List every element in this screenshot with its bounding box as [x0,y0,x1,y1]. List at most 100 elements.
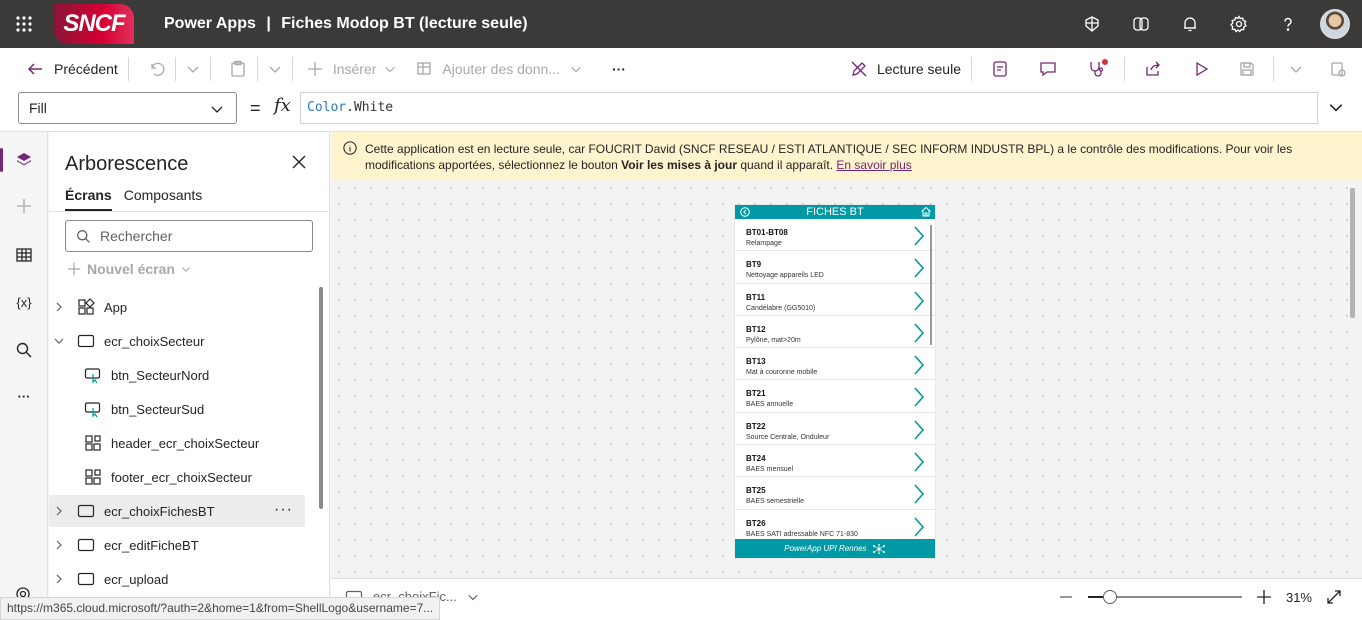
info-icon [343,141,357,155]
chevron-down-icon[interactable] [52,336,66,346]
tree-node-app[interactable]: App [49,291,305,323]
fiche-description: BAES annuelle [746,401,794,409]
chevron-right-icon[interactable] [913,258,925,278]
chevron-right-icon[interactable] [913,387,925,408]
fit-to-window-icon[interactable] [1326,589,1342,605]
notes-button[interactable] [976,53,1024,85]
insert-button[interactable]: Insérer [301,53,403,85]
more-rail-button[interactable]: ··· [0,378,48,414]
tab-screens[interactable]: Écrans [65,187,112,211]
button-control-icon [83,366,103,384]
fx-icon[interactable]: fx [274,95,291,116]
zoom-slider[interactable] [1087,590,1242,604]
comment-icon [1040,62,1056,77]
publish-button[interactable] [1314,53,1362,85]
chevron-right-icon[interactable] [913,484,925,504]
redo-dropdown[interactable] [180,53,206,85]
tree-view-button[interactable] [0,142,48,178]
formula-input[interactable]: Color.White [300,92,1318,124]
share-button[interactable] [1129,53,1177,85]
chevron-right-icon[interactable] [913,291,925,311]
sncf-logo[interactable]: SNCF [54,4,134,44]
gallery-item[interactable]: BT21 BAES annuelle [735,380,935,413]
save-button[interactable] [1225,53,1269,85]
preview-button[interactable] [1177,53,1225,85]
zoom-in-icon[interactable] [1256,589,1272,605]
comments-button[interactable] [1024,53,1072,85]
chevron-down-icon [1290,66,1302,73]
gallery-item[interactable]: BT24 BAES mensuel [735,445,935,478]
gallery-item[interactable]: BT13 Mat à couronne mobile [735,348,935,381]
expand-formula-icon[interactable] [1328,99,1344,115]
gallery-item[interactable]: BT26 BAES SATI adressable NFC 71-830 [735,510,935,539]
tree-scrollbar[interactable] [319,287,323,509]
app-checker-button[interactable] [1072,53,1120,85]
tree-node-label: footer_ecr_choixSecteur [111,469,252,485]
chevron-down-icon [211,106,223,113]
chevron-right-icon[interactable] [913,323,925,343]
notifications-icon[interactable] [1165,0,1214,48]
paste-dropdown[interactable] [262,53,288,85]
data-rail-button[interactable] [0,237,48,273]
chevron-right-icon[interactable] [52,506,66,516]
tree-node-screen[interactable]: ecr_upload [49,563,305,595]
app-title: Power Apps | Fiches Modop BT (lecture se… [164,15,528,33]
undo-button[interactable] [141,53,171,85]
chevron-right-icon[interactable] [913,420,925,440]
chevron-right-icon[interactable] [913,517,925,537]
gallery-item[interactable]: BT11 Candélabre (GG5010) [735,284,935,316]
back-button[interactable]: Précédent [20,53,124,85]
chevron-right-icon[interactable] [52,574,66,584]
new-screen-button[interactable]: Nouvel écran [67,261,191,277]
gallery-item[interactable]: BT25 BAES semestrielle [735,477,935,510]
tree-node-screen[interactable]: ecr_editFicheBT [49,529,305,561]
settings-icon[interactable] [1214,0,1263,48]
gallery-item[interactable]: BT01-BT08 Relampage [735,219,935,252]
tree-node-screen-selected[interactable]: ecr_choixFichesBT ··· [49,495,305,527]
close-icon[interactable] [291,154,307,170]
publish-icon [1331,62,1346,77]
tree-node-screen[interactable]: ecr_choixSecteur [49,325,305,357]
component-icon [83,468,103,486]
app-launcher-icon[interactable] [0,0,48,48]
save-dropdown[interactable] [1278,53,1314,85]
back-circle-icon[interactable] [740,207,750,217]
gallery-item[interactable]: BT9 Nettoyage appareils LED [735,251,935,284]
fiches-gallery: BT01-BT08 Relampage BT9 Nettoyage appareils… [735,219,935,539]
home-icon[interactable] [920,206,932,217]
chevron-right-icon[interactable] [913,226,925,246]
copilot-icon[interactable] [1116,0,1165,48]
zoom-out-icon[interactable] [1058,589,1074,605]
add-data-button[interactable]: Ajouter des donn... [410,53,588,85]
chevron-right-icon[interactable] [913,452,925,472]
property-dropdown[interactable]: Fill [18,92,237,124]
help-icon[interactable] [1263,0,1312,48]
canvas-scrollbar[interactable] [1350,188,1355,318]
user-avatar[interactable] [1320,9,1350,39]
gallery-item[interactable]: BT22 Source Centrale, Onduleur [735,413,935,446]
tree-node-component[interactable]: header_ecr_choixSecteur [49,427,305,459]
tree-node-button[interactable]: btn_SecteurSud [49,393,305,425]
fiche-description: Candélabre (GG5010) [746,304,816,312]
paste-button[interactable] [223,53,253,85]
tree-search-input[interactable]: Rechercher [65,220,313,252]
gallery-scrollbar[interactable] [930,225,932,345]
chevron-right-icon[interactable] [52,540,66,550]
zoom-slider-knob[interactable] [1102,590,1117,604]
search-placeholder: Rechercher [100,228,173,244]
learn-more-link[interactable]: En savoir plus [836,158,911,172]
tree-node-component[interactable]: footer_ecr_choixSecteur [49,461,305,493]
more-commands-button[interactable]: ··· [606,53,632,85]
read-only-indicator[interactable]: Lecture seule [844,53,967,85]
environment-icon[interactable] [1067,0,1116,48]
variables-rail-button[interactable]: {x} [0,284,48,320]
app-screen-preview[interactable]: FICHES BT BT01-BT08 Relampage BT9 Nettoyage… [735,205,935,558]
chevron-right-icon[interactable] [913,355,925,375]
search-rail-button[interactable] [0,332,48,368]
gallery-item[interactable]: BT12 Pylône, mat>20m [735,316,935,349]
node-more-button[interactable]: ··· [274,501,293,519]
tree-node-button[interactable]: btn_SecteurNord [49,359,305,391]
insert-rail-button[interactable] [0,188,48,224]
tab-components[interactable]: Composants [124,187,203,211]
chevron-right-icon[interactable] [52,302,66,312]
